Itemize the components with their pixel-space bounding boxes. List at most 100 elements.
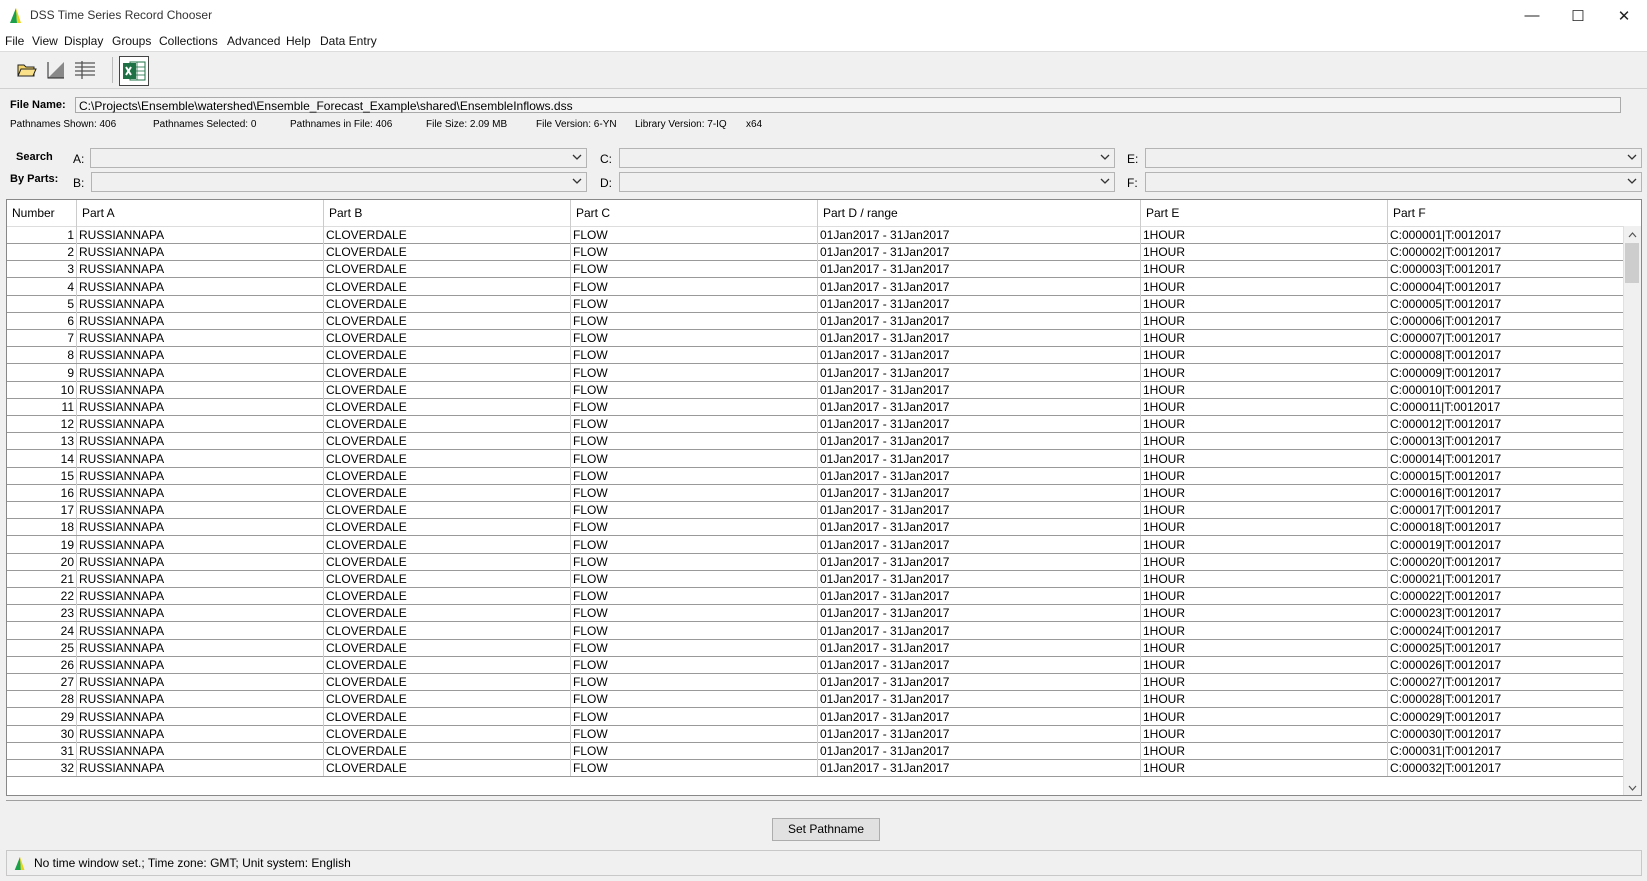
cell-part-c: FLOW xyxy=(571,724,818,742)
status-text: No time window set.; Time zone: GMT; Uni… xyxy=(34,856,351,870)
table-row[interactable]: 21 RUSSIANNAPA CLOVERDALE FLOW 01Jan2017 - 3… xyxy=(7,570,1626,588)
column-header-part-f[interactable]: Part F xyxy=(1388,200,1626,226)
by-parts-label: By Parts: xyxy=(10,173,59,185)
table-row[interactable]: 29 RUSSIANNAPA CLOVERDALE FLOW 01Jan2017 - 3… xyxy=(7,707,1626,726)
close-button[interactable]: ✕ xyxy=(1601,0,1647,31)
table-row[interactable]: 25 RUSSIANNAPA CLOVERDALE FLOW 01Jan2017 - 3… xyxy=(7,638,1626,657)
cell-part-b: CLOVERDALE xyxy=(324,552,571,570)
table-row[interactable]: 17 RUSSIANNAPA CLOVERDALE FLOW 01Jan2017 - 3… xyxy=(7,501,1626,520)
menu-advanced[interactable]: Advanced xyxy=(227,34,280,48)
part-e-label: E: xyxy=(1127,152,1139,166)
table-row[interactable]: 23 RUSSIANNAPA CLOVERDALE FLOW 01Jan2017 - 3… xyxy=(7,604,1626,623)
column-header-part-a[interactable]: Part A xyxy=(77,200,324,226)
part-c-combo[interactable] xyxy=(619,148,1115,168)
table-row[interactable]: 2 RUSSIANNAPA CLOVERDALE FLOW 01Jan2017 - 31… xyxy=(7,243,1626,262)
cell-part-e: 1HOUR xyxy=(1141,673,1388,691)
table-icon xyxy=(75,61,95,79)
table-row[interactable]: 20 RUSSIANNAPA CLOVERDALE FLOW 01Jan2017 - 3… xyxy=(7,552,1626,571)
table-row[interactable]: 14 RUSSIANNAPA CLOVERDALE FLOW 01Jan2017 - 3… xyxy=(7,449,1626,468)
cell-part-d: 01Jan2017 - 31Jan2017 xyxy=(818,415,1141,433)
scrollbar-thumb[interactable] xyxy=(1625,243,1639,283)
menu-data-entry[interactable]: Data Entry xyxy=(320,34,377,48)
table-row[interactable]: 6 RUSSIANNAPA CLOVERDALE FLOW 01Jan2017 - 31… xyxy=(7,312,1626,330)
cell-number: 2 xyxy=(7,243,77,261)
part-a-combo[interactable] xyxy=(90,148,587,168)
menu-display[interactable]: Display xyxy=(64,34,103,48)
cell-part-e: 1HOUR xyxy=(1141,656,1388,673)
table-row[interactable]: 1 RUSSIANNAPA CLOVERDALE FLOW 01Jan2017 - 31… xyxy=(7,226,1626,244)
menu-groups[interactable]: Groups xyxy=(112,34,151,48)
cell-part-b: CLOVERDALE xyxy=(324,260,571,278)
set-pathname-button[interactable]: Set Pathname xyxy=(772,818,880,841)
scroll-up-arrow[interactable] xyxy=(1624,226,1641,243)
menu-help[interactable]: Help xyxy=(286,34,311,48)
table-row[interactable]: 19 RUSSIANNAPA CLOVERDALE FLOW 01Jan2017 - 3… xyxy=(7,535,1626,554)
part-e-combo[interactable] xyxy=(1145,148,1642,168)
column-header-number[interactable]: Number xyxy=(7,200,77,226)
cell-part-f: C:000023|T:0012017 xyxy=(1388,604,1626,622)
table-row[interactable]: 7 RUSSIANNAPA CLOVERDALE FLOW 01Jan2017 - 31… xyxy=(7,329,1626,348)
menu-file[interactable]: File xyxy=(5,34,24,48)
file-name-field[interactable]: C:\Projects\Ensemble\watershed\Ensemble_… xyxy=(75,97,1621,113)
table-row[interactable]: 8 RUSSIANNAPA CLOVERDALE FLOW 01Jan2017 - 31… xyxy=(7,346,1626,365)
minimize-button[interactable]: — xyxy=(1509,0,1555,31)
table-row[interactable]: 32 RUSSIANNAPA CLOVERDALE FLOW 01Jan2017 - 3… xyxy=(7,759,1626,778)
table-row[interactable]: 26 RUSSIANNAPA CLOVERDALE FLOW 01Jan2017 - 3… xyxy=(7,656,1626,674)
table-row[interactable]: 27 RUSSIANNAPA CLOVERDALE FLOW 01Jan2017 - 3… xyxy=(7,673,1626,692)
part-d-label: D: xyxy=(600,176,612,190)
part-c-label: C: xyxy=(600,152,612,166)
maximize-button[interactable]: ☐ xyxy=(1555,0,1601,31)
menu-view[interactable]: View xyxy=(32,34,58,48)
table-row[interactable]: 28 RUSSIANNAPA CLOVERDALE FLOW 01Jan2017 - 3… xyxy=(7,690,1626,709)
table-row[interactable]: 5 RUSSIANNAPA CLOVERDALE FLOW 01Jan2017 - 31… xyxy=(7,294,1626,313)
table-row[interactable]: 24 RUSSIANNAPA CLOVERDALE FLOW 01Jan2017 - 3… xyxy=(7,621,1626,640)
table-row[interactable]: 13 RUSSIANNAPA CLOVERDALE FLOW 01Jan2017 - 3… xyxy=(7,432,1626,451)
table-row[interactable]: 31 RUSSIANNAPA CLOVERDALE FLOW 01Jan2017 - 3… xyxy=(7,742,1626,760)
scroll-down-arrow[interactable] xyxy=(1624,779,1641,795)
cell-part-f: C:000030|T:0012017 xyxy=(1388,724,1626,742)
table-row[interactable]: 11 RUSSIANNAPA CLOVERDALE FLOW 01Jan2017 - 3… xyxy=(7,398,1626,416)
column-header-part-d[interactable]: Part D / range xyxy=(818,200,1141,226)
cell-number: 22 xyxy=(7,587,77,605)
cell-number: 16 xyxy=(7,484,77,501)
cell-part-e: 1HOUR xyxy=(1141,690,1388,708)
cell-number: 5 xyxy=(7,294,77,312)
table-row[interactable]: 30 RUSSIANNAPA CLOVERDALE FLOW 01Jan2017 - 3… xyxy=(7,724,1626,743)
cell-part-e: 1HOUR xyxy=(1141,380,1388,398)
cell-part-b: CLOVERDALE xyxy=(324,449,571,467)
part-d-combo[interactable] xyxy=(619,172,1115,192)
cell-part-b: CLOVERDALE xyxy=(324,312,571,329)
part-f-combo[interactable] xyxy=(1145,172,1642,192)
cell-part-d: 01Jan2017 - 31Jan2017 xyxy=(818,759,1141,777)
part-b-combo[interactable] xyxy=(91,172,587,192)
table-row[interactable]: 12 RUSSIANNAPA CLOVERDALE FLOW 01Jan2017 - 3… xyxy=(7,415,1626,434)
table-row[interactable]: 3 RUSSIANNAPA CLOVERDALE FLOW 01Jan2017 - 31… xyxy=(7,260,1626,279)
cell-number: 6 xyxy=(7,312,77,329)
cell-part-f: C:000025|T:0012017 xyxy=(1388,638,1626,656)
table-row[interactable]: 4 RUSSIANNAPA CLOVERDALE FLOW 01Jan2017 - 31… xyxy=(7,277,1626,296)
table-row[interactable]: 15 RUSSIANNAPA CLOVERDALE FLOW 01Jan2017 - 3… xyxy=(7,466,1626,485)
cell-part-b: CLOVERDALE xyxy=(324,570,571,587)
column-header-part-b[interactable]: Part B xyxy=(324,200,571,226)
table-row[interactable]: 16 RUSSIANNAPA CLOVERDALE FLOW 01Jan2017 - 3… xyxy=(7,484,1626,502)
export-excel-button[interactable] xyxy=(119,56,149,86)
table-row[interactable]: 10 RUSSIANNAPA CLOVERDALE FLOW 01Jan2017 - 3… xyxy=(7,380,1626,399)
plot-button[interactable] xyxy=(43,57,69,83)
cell-part-f: C:000003|T:0012017 xyxy=(1388,260,1626,278)
table-row[interactable]: 18 RUSSIANNAPA CLOVERDALE FLOW 01Jan2017 - 3… xyxy=(7,518,1626,537)
table-row[interactable]: 22 RUSSIANNAPA CLOVERDALE FLOW 01Jan2017 - 3… xyxy=(7,587,1626,606)
column-header-part-c[interactable]: Part C xyxy=(571,200,818,226)
pathname-table[interactable]: Number Part A Part B Part C Part D / ran… xyxy=(6,199,1642,796)
menu-collections[interactable]: Collections xyxy=(159,34,218,48)
column-header-part-e[interactable]: Part E xyxy=(1141,200,1388,226)
tabulate-button[interactable] xyxy=(72,57,98,83)
table-row[interactable]: 9 RUSSIANNAPA CLOVERDALE FLOW 01Jan2017 - 31… xyxy=(7,363,1626,382)
architecture: x64 xyxy=(746,119,763,130)
cell-part-d: 01Jan2017 - 31Jan2017 xyxy=(818,363,1141,381)
vertical-scrollbar[interactable] xyxy=(1623,226,1641,795)
cell-part-d: 01Jan2017 - 31Jan2017 xyxy=(818,707,1141,725)
open-file-button[interactable] xyxy=(14,57,40,83)
cell-part-b: CLOVERDALE xyxy=(324,501,571,519)
cell-number: 24 xyxy=(7,621,77,639)
cell-part-c: FLOW xyxy=(571,535,818,553)
